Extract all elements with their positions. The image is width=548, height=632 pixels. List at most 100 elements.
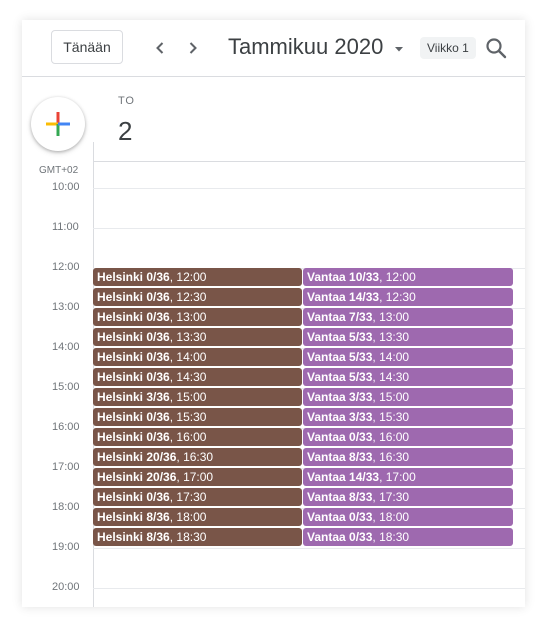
vantaa-event[interactable]: Vantaa 7/33, 13:00 (303, 308, 513, 326)
chevron-right-icon (189, 42, 197, 54)
event-time: 13:30 (379, 330, 410, 344)
event-title: Helsinki 0/36 (97, 290, 170, 304)
event-time: 17:30 (176, 490, 207, 504)
event-time: 13:00 (379, 310, 410, 324)
event-title: Helsinki 8/36 (97, 530, 170, 544)
vantaa-event[interactable]: Vantaa 14/33, 17:00 (303, 468, 513, 486)
hour-gridline (93, 588, 525, 589)
helsinki-event[interactable]: Helsinki 20/36, 16:30 (93, 448, 302, 466)
header-divider (93, 161, 525, 162)
previous-period-button[interactable] (146, 34, 174, 62)
vantaa-event[interactable]: Vantaa 0/33, 18:30 (303, 528, 513, 546)
vantaa-event[interactable]: Vantaa 8/33, 17:30 (303, 488, 513, 506)
hour-label: 10:00 (52, 181, 80, 193)
week-number-badge: Viikko 1 (420, 37, 476, 59)
event-time: 15:30 (176, 410, 207, 424)
helsinki-event[interactable]: Helsinki 8/36, 18:00 (93, 508, 302, 526)
day-number[interactable]: 2 (118, 116, 132, 147)
caret-down-icon[interactable] (392, 42, 406, 56)
event-title: Vantaa 0/33 (307, 510, 373, 524)
calendar-toolbar: Tänään Tammikuu 2020 Viikko 1 (22, 20, 525, 77)
event-title: Helsinki 0/36 (97, 350, 170, 364)
helsinki-event[interactable]: Helsinki 0/36, 14:30 (93, 368, 302, 386)
event-title: Helsinki 20/36 (97, 450, 177, 464)
plus-icon (46, 112, 70, 136)
event-title: Vantaa 14/33 (307, 470, 380, 484)
helsinki-event[interactable]: Helsinki 0/36, 13:30 (93, 328, 302, 346)
hour-label: 12:00 (52, 261, 80, 273)
helsinki-event[interactable]: Helsinki 0/36, 14:00 (93, 348, 302, 366)
event-separator: , (379, 470, 386, 484)
create-event-button[interactable] (31, 97, 85, 151)
helsinki-event[interactable]: Helsinki 0/36, 13:00 (93, 308, 302, 326)
event-title: Vantaa 3/33 (307, 410, 373, 424)
event-title: Vantaa 10/33 (307, 270, 380, 284)
hour-label: 11:00 (52, 221, 79, 233)
helsinki-event[interactable]: Helsinki 3/36, 15:00 (93, 388, 302, 406)
event-time: 17:00 (183, 470, 214, 484)
event-title: Vantaa 0/33 (307, 530, 373, 544)
event-title: Helsinki 0/36 (97, 430, 170, 444)
event-separator: , (379, 270, 386, 284)
vantaa-event[interactable]: Vantaa 8/33, 16:30 (303, 448, 513, 466)
event-title: Helsinki 0/36 (97, 370, 170, 384)
hour-label: 15:00 (52, 381, 80, 393)
vantaa-event[interactable]: Vantaa 5/33, 13:30 (303, 328, 513, 346)
event-time: 16:30 (183, 450, 214, 464)
today-button[interactable]: Tänään (51, 30, 123, 64)
event-time: 15:00 (176, 390, 207, 404)
hour-label: 13:00 (52, 301, 80, 313)
event-time: 14:30 (176, 370, 207, 384)
hour-label: 19:00 (52, 541, 80, 553)
event-title: Vantaa 5/33 (307, 350, 373, 364)
event-title: Vantaa 5/33 (307, 370, 373, 384)
event-time: 17:30 (379, 490, 410, 504)
vantaa-event[interactable]: Vantaa 14/33, 12:30 (303, 288, 513, 306)
event-time: 15:00 (379, 390, 410, 404)
event-time: 16:00 (176, 430, 207, 444)
event-title: Helsinki 8/36 (97, 510, 170, 524)
period-title[interactable]: Tammikuu 2020 (228, 34, 383, 60)
vantaa-event[interactable]: Vantaa 0/33, 18:00 (303, 508, 513, 526)
event-title: Helsinki 0/36 (97, 330, 170, 344)
hour-gridline (93, 548, 525, 549)
search-icon[interactable] (484, 36, 508, 60)
event-time: 17:00 (385, 470, 416, 484)
vantaa-event[interactable]: Vantaa 10/33, 12:00 (303, 268, 513, 286)
event-title: Helsinki 0/36 (97, 490, 170, 504)
hour-gridline (93, 228, 525, 229)
event-time: 15:30 (379, 410, 410, 424)
helsinki-event[interactable]: Helsinki 0/36, 16:00 (93, 428, 302, 446)
event-time: 13:00 (176, 310, 207, 324)
helsinki-event[interactable]: Helsinki 0/36, 12:00 (93, 268, 302, 286)
event-title: Vantaa 8/33 (307, 490, 373, 504)
hour-label: 18:00 (52, 501, 80, 513)
day-of-week: TO (118, 95, 135, 107)
event-separator: , (379, 290, 386, 304)
vantaa-event[interactable]: Vantaa 3/33, 15:30 (303, 408, 513, 426)
helsinki-event[interactable]: Helsinki 0/36, 12:30 (93, 288, 302, 306)
vantaa-event[interactable]: Vantaa 3/33, 15:00 (303, 388, 513, 406)
event-time: 18:30 (176, 530, 207, 544)
hour-label: 17:00 (52, 461, 80, 473)
vantaa-event[interactable]: Vantaa 5/33, 14:30 (303, 368, 513, 386)
event-title: Helsinki 0/36 (97, 410, 170, 424)
event-time: 18:30 (379, 530, 410, 544)
event-time: 14:00 (379, 350, 410, 364)
helsinki-event[interactable]: Helsinki 20/36, 17:00 (93, 468, 302, 486)
helsinki-event[interactable]: Helsinki 0/36, 15:30 (93, 408, 302, 426)
helsinki-event[interactable]: Helsinki 8/36, 18:30 (93, 528, 302, 546)
helsinki-event[interactable]: Helsinki 0/36, 17:30 (93, 488, 302, 506)
vantaa-event[interactable]: Vantaa 5/33, 14:00 (303, 348, 513, 366)
event-title: Vantaa 8/33 (307, 450, 373, 464)
event-time: 13:30 (176, 330, 207, 344)
next-period-button[interactable] (179, 34, 207, 62)
event-title: Vantaa 5/33 (307, 330, 373, 344)
event-time: 16:30 (379, 450, 410, 464)
event-time: 14:30 (379, 370, 410, 384)
event-time: 12:30 (176, 290, 207, 304)
event-time: 12:30 (385, 290, 416, 304)
event-title: Helsinki 3/36 (97, 390, 170, 404)
hour-label: 20:00 (52, 581, 80, 593)
vantaa-event[interactable]: Vantaa 0/33, 16:00 (303, 428, 513, 446)
